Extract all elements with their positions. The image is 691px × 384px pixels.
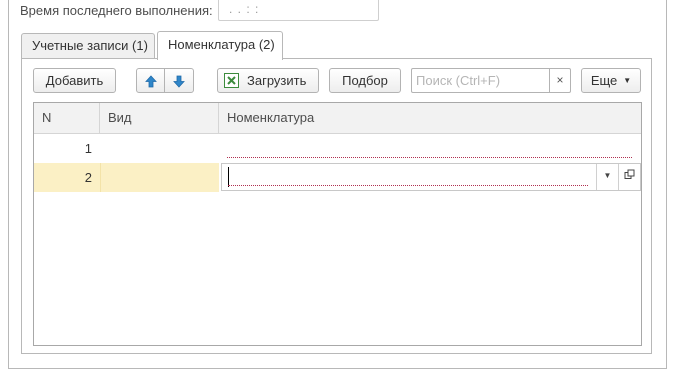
more-button[interactable]: Еще ▼ [581, 68, 641, 93]
add-button[interactable]: Добавить [33, 68, 116, 93]
tab-panel: Добавить Загрузить Подбор × Еще ▼ [21, 58, 652, 354]
column-header-n[interactable]: N [34, 103, 100, 133]
select-button[interactable]: Подбор [329, 68, 401, 93]
frame-border-left [8, 0, 9, 369]
move-up-button[interactable] [136, 68, 165, 93]
column-header-nomenclature[interactable]: Номенклатура [219, 103, 641, 133]
kind-cell[interactable] [100, 134, 219, 163]
table-row-selected[interactable]: 2 ▼ [34, 163, 641, 192]
form-root: Время последнего выполнения: . . : : Уче… [0, 0, 691, 384]
row-number: 2 [34, 163, 100, 192]
nomenclature-cell-editing: ▼ [219, 163, 641, 192]
nomenclature-table[interactable]: N Вид Номенклатура 1 2 ▼ [33, 102, 642, 346]
arrow-down-icon [173, 73, 185, 88]
search-box: × [411, 68, 571, 93]
tab-nomenclature[interactable]: Номенклатура (2) [157, 31, 283, 60]
chevron-down-icon: ▼ [623, 76, 632, 86]
row-number: 1 [84, 141, 92, 156]
kind-cell[interactable] [100, 163, 219, 192]
dropdown-button[interactable]: ▼ [596, 164, 618, 190]
chevron-down-icon: ▼ [603, 171, 612, 180]
move-down-button[interactable] [164, 68, 194, 93]
frame-border-bottom [8, 368, 667, 369]
required-field-underline [228, 185, 588, 186]
table-header: N Вид Номенклатура [34, 103, 641, 134]
search-clear-button[interactable]: × [549, 69, 570, 92]
nomenclature-cell[interactable] [219, 134, 641, 163]
load-button[interactable]: Загрузить [217, 68, 319, 93]
excel-icon [224, 73, 239, 89]
open-button[interactable] [618, 164, 640, 190]
load-button-label: Загрузить [247, 73, 307, 88]
column-header-kind[interactable]: Вид [100, 103, 219, 133]
tab-accounts[interactable]: Учетные записи (1) [21, 33, 155, 59]
nomenclature-input[interactable] [228, 167, 582, 187]
more-button-label: Еще [590, 73, 618, 88]
last-run-field[interactable]: . . : : [218, 0, 379, 21]
last-run-label: Время последнего выполнения: [20, 3, 213, 18]
nomenclature-editor: ▼ [221, 163, 641, 191]
table-row[interactable]: 1 [34, 134, 641, 163]
required-field-underline [227, 157, 632, 158]
search-input[interactable] [412, 69, 549, 92]
frame-border-right [666, 0, 667, 369]
arrow-up-icon [144, 73, 157, 88]
open-window-icon [624, 168, 635, 183]
